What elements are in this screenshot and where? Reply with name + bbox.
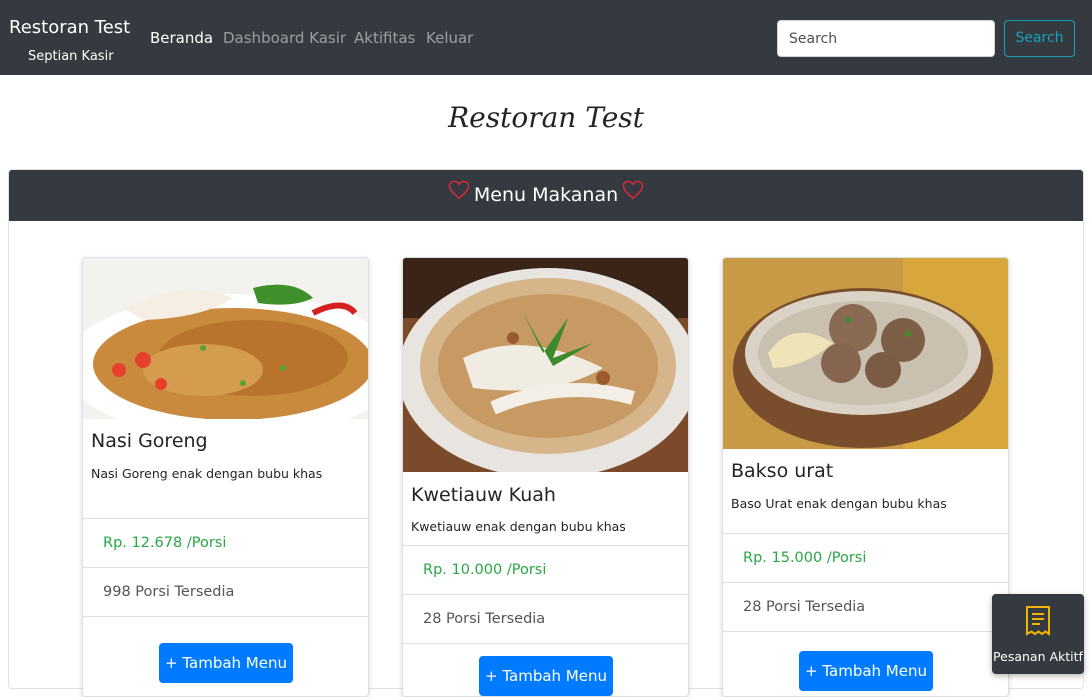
menu-price: Rp. 15.000 /Porsi [723,533,1008,582]
heart-icon [622,170,644,220]
brand-title[interactable]: Restoran Test [9,16,130,40]
menu-name: Kwetiauw Kuah [411,484,556,506]
section-header: Menu Makanan [9,170,1083,221]
menu-stock: 998 Porsi Tersedia [83,567,368,616]
menu-name: Nasi Goreng [91,430,208,452]
nav-link-dashboard-kasir[interactable]: Dashboard Kasir [223,27,346,49]
menu-card: Nasi Goreng Nasi Goreng enak dengan bubu… [82,257,369,697]
menu-description: Baso Urat enak dengan bubu khas [731,496,947,511]
search-input[interactable] [777,20,995,57]
menu-card: Bakso urat Baso Urat enak dengan bubu kh… [722,257,1009,697]
top-navbar: Restoran Test Septian Kasir Beranda Dash… [0,0,1092,75]
menu-stock: 28 Porsi Tersedia [723,582,1008,631]
menu-card: Kwetiauw Kuah Kwetiauw enak dengan bubu … [402,257,689,697]
nav-link-aktifitas[interactable]: Aktifitas [354,27,415,49]
menu-description: Kwetiauw enak dengan bubu khas [411,519,626,534]
add-menu-button[interactable]: + Tambah Menu [479,656,613,696]
add-menu-button[interactable]: + Tambah Menu [799,651,933,691]
active-orders-label: Pesanan Aktitf [993,649,1083,664]
menu-stock: 28 Porsi Tersedia [403,594,688,643]
page-title: Restoran Test [448,101,644,134]
menu-description: Nasi Goreng enak dengan bubu khas [91,466,323,481]
active-orders-button[interactable]: Pesanan Aktitf [992,594,1084,674]
receipt-icon [1025,605,1051,641]
menu-name: Bakso urat [731,460,834,482]
brand-subtitle-user: Septian Kasir [28,49,114,64]
menu-image-nasi-goreng [83,258,368,419]
add-menu-button[interactable]: + Tambah Menu [159,643,293,683]
search-button[interactable]: Search [1004,20,1075,57]
menu-image-kwetiauw-kuah [403,258,688,472]
menu-image-bakso-urat [723,258,1008,449]
section-title: Menu Makanan [473,184,619,206]
menu-price: Rp. 10.000 /Porsi [403,545,688,594]
heart-icon [448,170,470,220]
nav-link-beranda[interactable]: Beranda [150,27,213,49]
nav-link-keluar[interactable]: Keluar [426,27,473,49]
menu-price: Rp. 12.678 /Porsi [83,518,368,567]
